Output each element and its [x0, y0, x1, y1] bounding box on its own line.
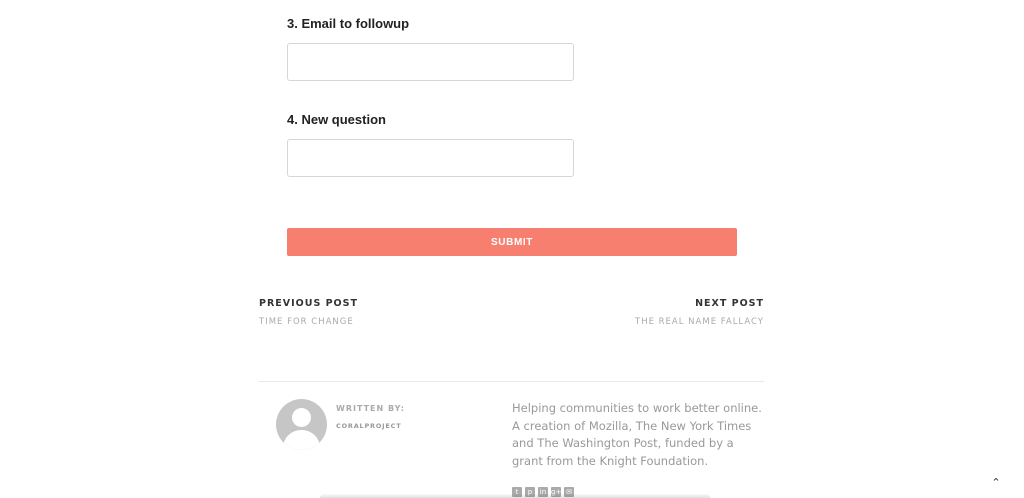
previous-post-link[interactable]: TIME FOR CHANGE: [259, 317, 354, 327]
section-divider: [259, 381, 764, 382]
next-post-heading: NEXT POST: [695, 298, 764, 309]
email-followup-input[interactable]: [287, 43, 574, 81]
avatar-body-shape: [283, 430, 320, 450]
bottom-bar-shadow: [320, 494, 710, 498]
submit-button[interactable]: SUBMIT: [287, 228, 737, 256]
new-question-input[interactable]: [287, 139, 574, 177]
question-4-label: 4. New question: [287, 112, 386, 127]
author-avatar: [276, 399, 327, 450]
next-post-link[interactable]: THE REAL NAME FALLACY: [635, 317, 764, 327]
avatar-head-shape: [292, 408, 311, 427]
question-3-label: 3. Email to followup: [287, 16, 410, 31]
chevron-up-icon[interactable]: ⌃: [990, 477, 1002, 489]
author-name-link[interactable]: CORALPROJECT: [336, 422, 401, 430]
author-bio: Helping communities to work better onlin…: [512, 401, 762, 468]
previous-post-heading: PREVIOUS POST: [259, 298, 358, 309]
written-by-label: WRITTEN BY:: [336, 404, 405, 413]
